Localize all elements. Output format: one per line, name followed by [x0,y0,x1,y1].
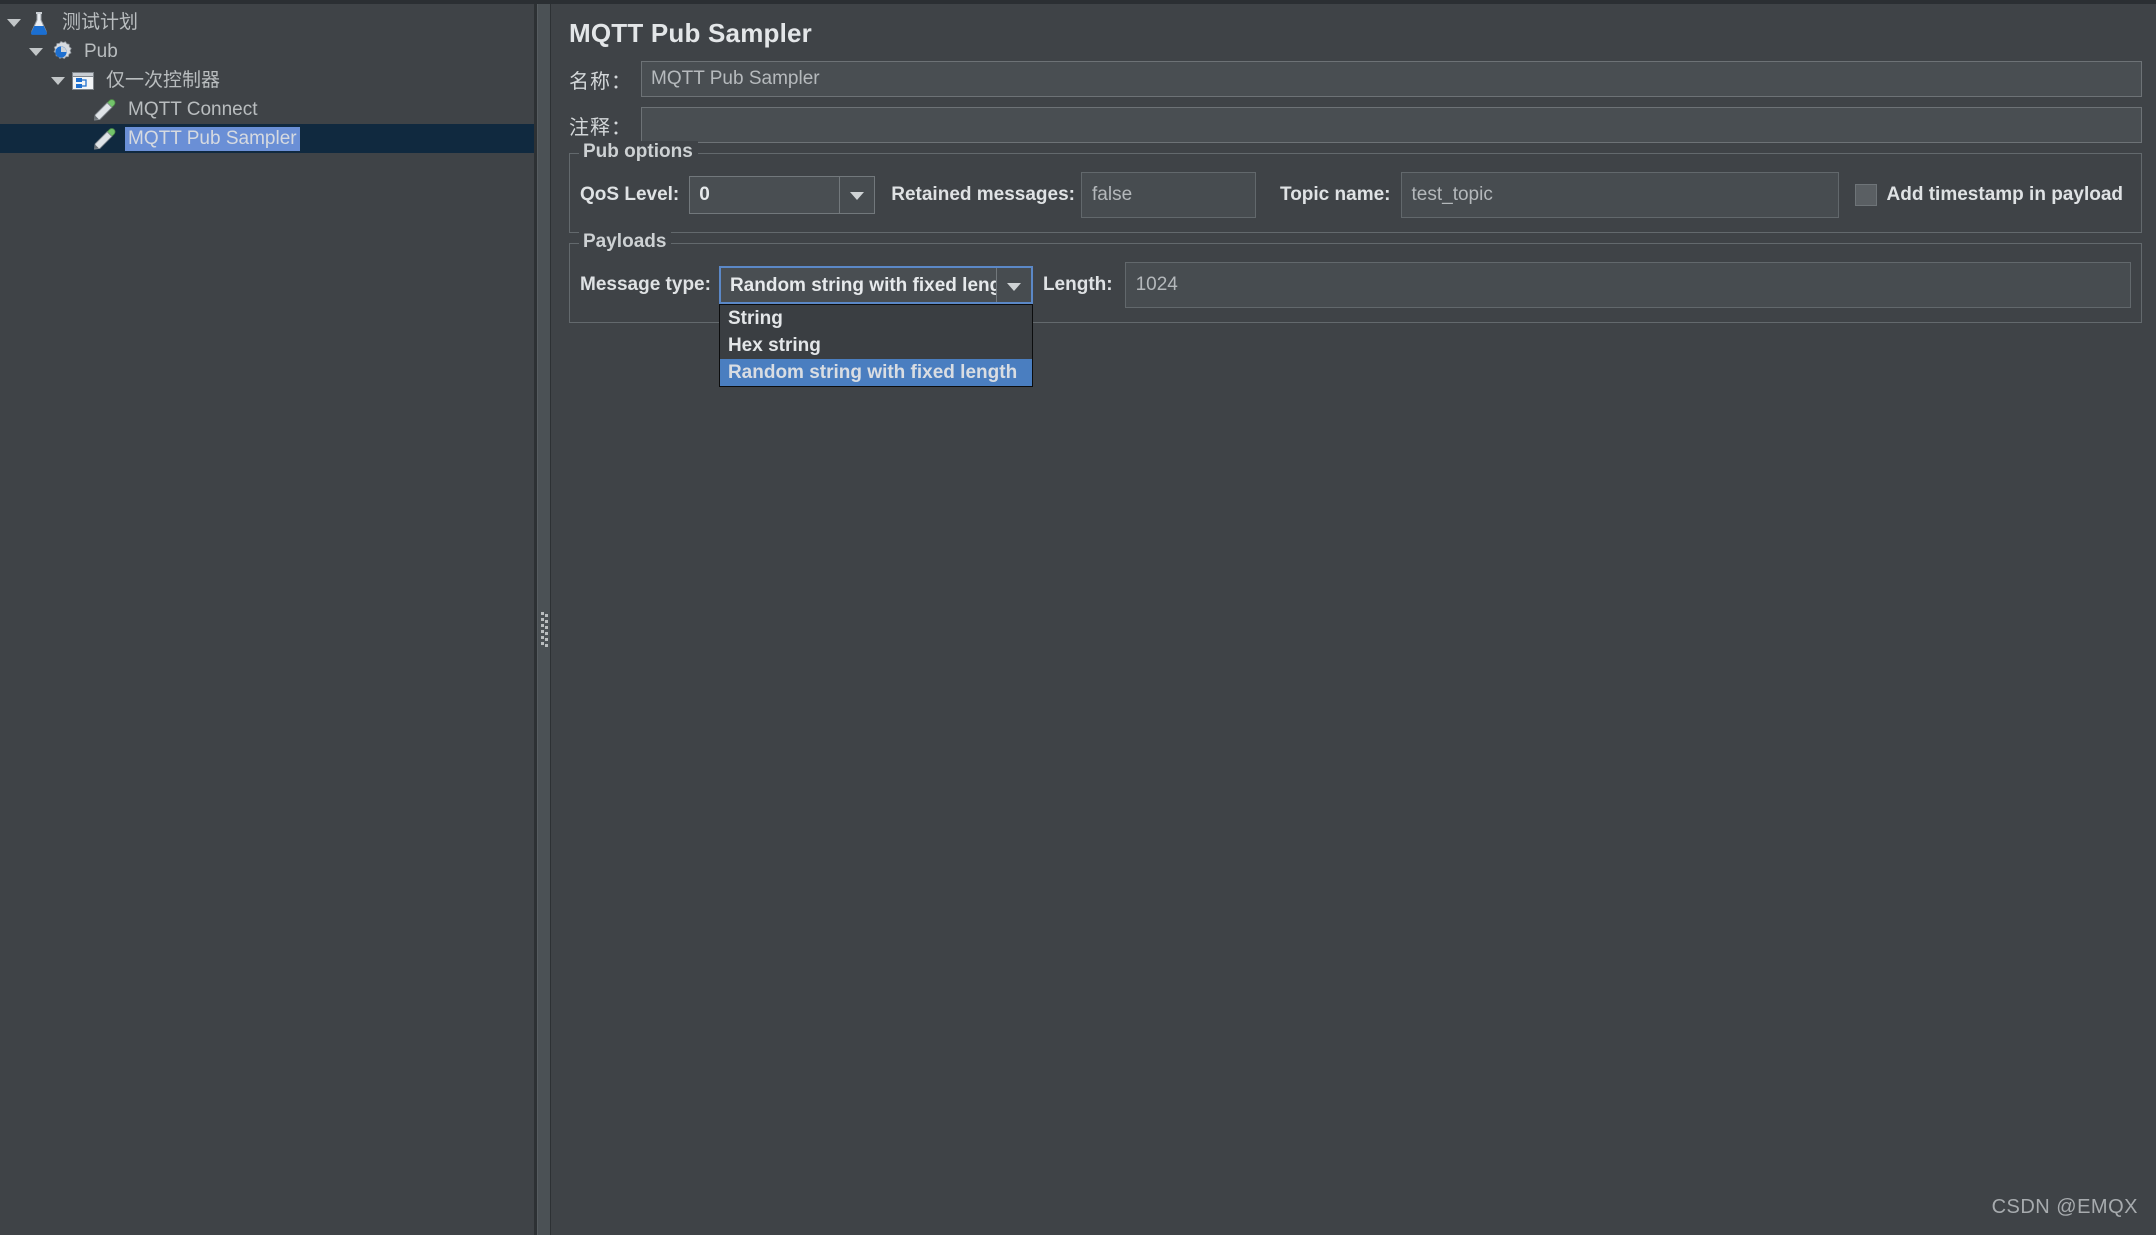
length-label: Length: [1042,274,1113,295]
tree-node-label: MQTT Connect [128,98,258,120]
comment-input[interactable] [641,107,2142,143]
qos-level-select[interactable]: 0 [689,176,876,214]
pub-options-legend: Pub options [579,141,698,163]
qos-level-label: QoS Level: [580,184,680,205]
name-input[interactable]: MQTT Pub Sampler [641,61,2142,97]
tree-node-once-only-controller[interactable]: 仅一次控制器 [0,66,534,95]
dropdown-option-random-string[interactable]: Random string with fixed length [719,359,1032,386]
comment-label: 注释： [569,116,632,139]
message-type-dropdown-popup[interactable]: String Hex string Random string with fix… [718,304,1033,387]
tree-node-test-plan[interactable]: 测试计划 [0,8,534,37]
chevron-down-icon[interactable] [48,71,68,91]
dropdown-option-string[interactable]: String [720,305,1032,332]
name-label: 名称： [569,70,632,93]
retained-messages-input[interactable]: false [1081,172,1256,218]
tree-node-label: 测试计划 [62,11,139,33]
sampler-icon [92,97,118,123]
topic-name-label: Topic name: [1280,184,1391,205]
qos-level-value: 0 [699,184,710,205]
dropdown-option-hex-string[interactable]: Hex string [720,332,1032,359]
sampler-icon [92,126,118,152]
controller-icon [70,68,96,94]
tree-node-mqtt-connect[interactable]: MQTT Connect [0,95,534,124]
add-timestamp-label: Add timestamp in payload [1886,184,2123,205]
sampler-editor-panel: MQTT Pub Sampler 名称： MQTT Pub Sampler 注释… [551,0,2156,1235]
flask-icon [26,10,52,36]
chevron-down-icon[interactable] [995,268,1031,302]
chevron-down-icon[interactable] [4,13,24,33]
comment-row: 注释： [559,107,2148,143]
page-title: MQTT Pub Sampler [569,18,813,48]
watermark: CSDN @EMQX [1991,1196,2138,1218]
chevron-down-icon[interactable] [26,42,46,62]
pub-options-row: QoS Level: 0 Retained messages: false To… [580,172,2131,218]
topic-name-input[interactable]: test_topic [1400,172,1839,218]
splitter-grip[interactable] [541,612,548,648]
gear-icon [48,39,74,65]
retained-messages-label: Retained messages: [891,184,1075,205]
tree-node-mqtt-pub-sampler[interactable]: MQTT Pub Sampler [0,124,534,153]
payloads-legend: Payloads [579,231,672,253]
tree-node-label: MQTT Pub Sampler [125,126,300,151]
tree-node-label: 仅一次控制器 [106,69,221,91]
jmeter-window: 测试计划 Pub 仅一次控制器 MQTT Connect MQTT Pub Sa… [0,0,2156,1235]
test-plan-tree[interactable]: 测试计划 Pub 仅一次控制器 MQTT Connect MQTT Pub Sa… [0,0,537,1235]
message-type-value: Random string with fixed length [729,275,996,296]
message-type-select[interactable]: Random string with fixed length [718,266,1033,304]
tree-node-label: Pub [84,40,118,62]
message-type-label: Message type: [580,274,711,295]
add-timestamp-checkbox[interactable]: Add timestamp in payload [1854,184,2123,206]
chevron-down-icon[interactable] [839,177,875,213]
length-input[interactable]: 1024 [1124,262,2131,308]
name-row: 名称： MQTT Pub Sampler [559,61,2148,97]
tree-node-pub[interactable]: Pub [0,37,534,66]
checkbox-icon[interactable] [1854,184,1877,206]
payloads-row: Message type: Random string with fixed l… [580,262,2131,308]
pub-options-group: Pub options QoS Level: 0 Retained messag… [569,141,2142,233]
panel-splitter[interactable] [537,0,551,1235]
